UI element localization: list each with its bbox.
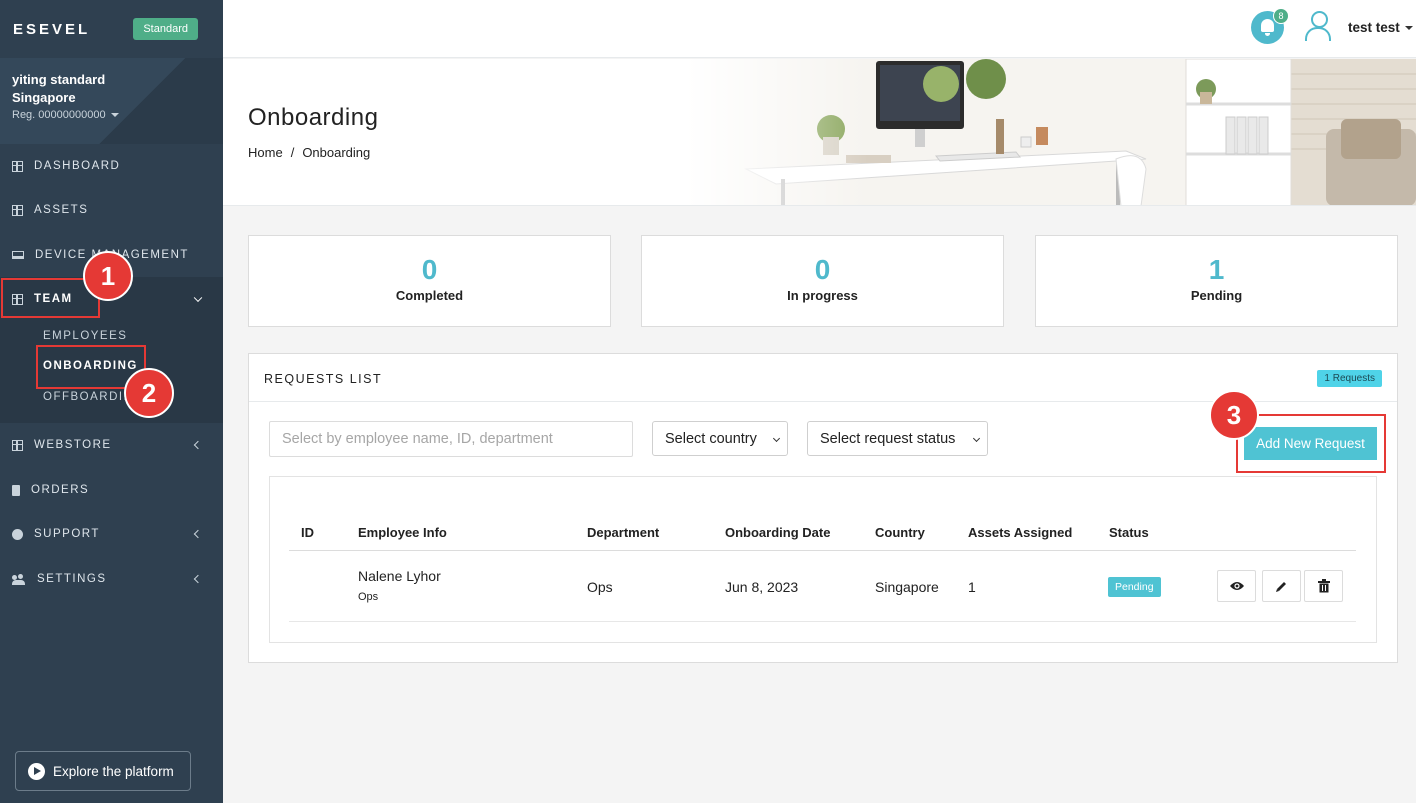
cell-employee-dept: Ops [358,591,379,603]
file-icon [12,484,20,496]
play-icon [28,762,45,780]
status-select-value: Select request status [820,430,956,447]
cell-department: Ops [587,579,613,595]
users-icon [12,574,26,585]
company-info[interactable]: yiting standard Singapore Reg. 000000000… [0,58,223,144]
column-header-id: ID [301,525,314,540]
step-badge-3: 3 [1209,390,1259,440]
brand-logo[interactable]: ESEVEL [13,21,90,38]
chevron-left-icon [193,574,203,584]
edit-button[interactable] [1262,570,1301,602]
column-header-department: Department [587,525,660,540]
sidebar: ESEVEL Standard yiting standard Singapor… [0,0,223,803]
info-icon [12,528,23,540]
nav-support-label: SUPPORT [34,528,100,540]
requests-count-badge: 1 Requests [1317,370,1382,387]
eye-icon [1229,582,1244,590]
chevron-down-icon [193,293,203,303]
caret-down-icon [1404,25,1413,30]
stat-pending-label: Pending [1190,288,1243,303]
office-hero-image [686,59,1416,205]
nav-orders[interactable]: ORDERS [0,468,223,512]
nav-dashboard[interactable]: DASHBOARD [0,144,223,188]
nav-webstore[interactable]: WEBSTORE [0,423,223,467]
requests-list-title: REQUESTS LIST [264,372,383,386]
nav-orders-label: ORDERS [31,484,90,496]
stat-completed-label: Completed [395,288,464,303]
column-header-status: Status [1109,525,1149,540]
page-title: Onboarding [248,104,379,131]
company-reg[interactable]: Reg. 00000000000 [12,109,211,121]
cell-employee-name: Nalene Lyhor [358,568,441,584]
delete-button[interactable] [1304,570,1343,602]
nav-assets[interactable]: ASSETS [0,188,223,232]
breadcrumb: Home / Onboarding [248,145,370,160]
cell-assets-assigned: 1 [968,579,976,595]
plan-badge: Standard [133,18,198,40]
breadcrumb-home[interactable]: Home [248,145,283,160]
highlight-add-new-request [1236,414,1386,473]
breadcrumb-separator: / [290,145,295,160]
header-divider [289,550,1356,551]
country-select-value: Select country [665,430,757,447]
caret-down-icon [110,113,119,117]
view-button[interactable] [1217,570,1256,602]
breadcrumb-current: Onboarding [302,145,371,160]
stat-completed: 0 Completed [248,235,611,327]
company-reg-number: Reg. 00000000000 [12,109,106,121]
pencil-icon [1276,581,1286,592]
stat-in-progress-value: 0 [814,254,831,285]
chevron-left-icon [193,440,203,450]
grid-icon [12,160,23,172]
explore-platform-button[interactable]: Explore the platform [15,751,191,791]
brand-bar: ESEVEL Standard [0,0,223,58]
explore-platform-label: Explore the platform [53,763,174,779]
chevron-down-icon [772,434,781,443]
cell-country: Singapore [875,579,939,595]
stat-in-progress: 0 In progress [641,235,1004,327]
nav-dashboard-label: DASHBOARD [34,160,121,172]
nav-settings-label: SETTINGS [37,573,107,585]
nav-settings[interactable]: SETTINGS [0,557,223,601]
topbar: 8 test test [223,0,1416,58]
user-menu[interactable]: test test [1348,20,1413,35]
laptop-icon [12,251,24,259]
page-header: Onboarding Home / Onboarding [223,59,1416,206]
step-badge-2: 2 [124,368,174,418]
nav-employees[interactable]: EMPLOYEES [43,330,127,342]
requests-table: ID Employee Info Department Onboarding D… [269,476,1377,643]
column-header-employee-info: Employee Info [358,525,447,540]
user-icon[interactable] [1304,11,1332,41]
stat-pending-value: 1 [1208,254,1225,285]
row-divider [289,621,1356,622]
stat-pending: 1 Pending [1035,235,1398,327]
column-header-assets-assigned: Assets Assigned [968,525,1073,540]
company-name: yiting standard [12,72,106,87]
status-badge: Pending [1108,577,1161,597]
company-country: Singapore [12,90,76,105]
nav-support[interactable]: SUPPORT [0,512,223,556]
cell-onboarding-date: Jun 8, 2023 [725,579,799,595]
stat-in-progress-label: In progress [787,288,858,303]
search-input[interactable] [269,421,633,457]
nav-webstore-label: WEBSTORE [34,439,112,451]
column-header-onboarding-date: Onboarding Date [725,525,831,540]
chevron-left-icon [193,529,203,539]
step-badge-1: 1 [83,251,133,301]
grid-icon [12,204,23,216]
nav-assets-label: ASSETS [34,204,89,216]
trash-icon [1317,579,1330,593]
grid-icon [12,439,23,451]
stat-completed-value: 0 [421,254,438,285]
column-header-country: Country [875,525,925,540]
chevron-down-icon [972,434,981,443]
country-select[interactable]: Select country [652,421,788,456]
user-name: test test [1348,20,1400,35]
status-select[interactable]: Select request status [807,421,988,456]
notification-count-badge: 8 [1273,8,1289,24]
